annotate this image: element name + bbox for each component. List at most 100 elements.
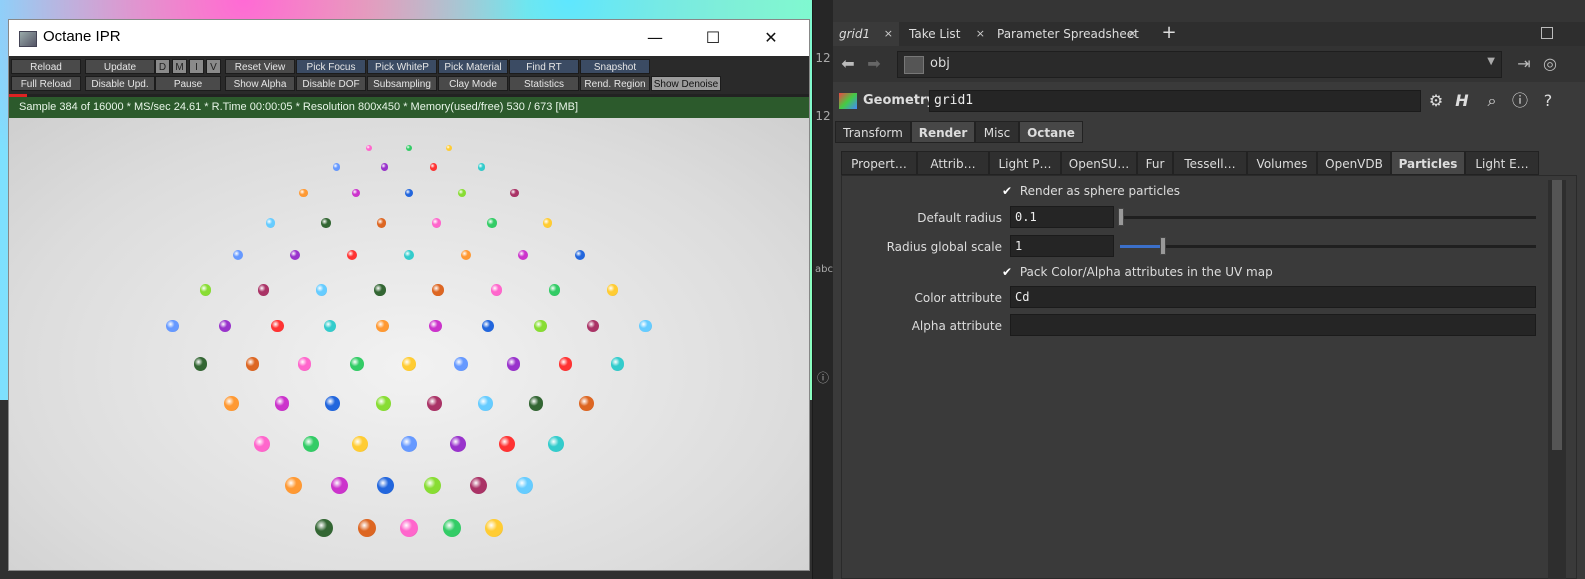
v-toggle-button[interactable]: V xyxy=(206,59,221,74)
find-rt-button[interactable]: Find RT xyxy=(509,59,579,74)
render-sphere xyxy=(487,218,497,228)
tab-attributes[interactable]: Attrib… xyxy=(917,151,989,175)
close-icon[interactable]: × xyxy=(976,22,985,46)
snapshot-button[interactable]: Snapshot xyxy=(580,59,650,74)
render-viewport[interactable] xyxy=(9,118,809,570)
pick-whitepoint-button[interactable]: Pick WhiteP xyxy=(367,59,437,74)
tab-tessellation[interactable]: Tessell… xyxy=(1173,151,1247,175)
show-alpha-button[interactable]: Show Alpha xyxy=(225,76,295,91)
network-path-field[interactable]: obj ▼ xyxy=(897,51,1502,78)
tab-fur[interactable]: Fur xyxy=(1137,151,1173,175)
alpha-attribute-input[interactable] xyxy=(1010,314,1536,336)
add-tab-button[interactable]: + xyxy=(1159,22,1179,46)
statistics-button[interactable]: Statistics xyxy=(509,76,579,91)
render-sphere xyxy=(427,395,442,411)
tab-properties[interactable]: Propert… xyxy=(841,151,917,175)
render-sphere xyxy=(485,519,503,537)
tab-light-p[interactable]: Light P… xyxy=(989,151,1061,175)
update-button[interactable]: Update xyxy=(85,59,155,74)
color-attribute-input[interactable]: Cd xyxy=(1010,286,1536,308)
render-sphere xyxy=(547,435,564,452)
tab-take-list[interactable]: Take List × xyxy=(903,22,991,46)
disable-update-button[interactable]: Disable Upd. xyxy=(85,76,155,91)
tab-volumes[interactable]: Volumes xyxy=(1247,151,1317,175)
render-sphere xyxy=(374,284,386,296)
pack-color-alpha-checkbox[interactable]: ✔ Pack Color/Alpha attributes in the UV … xyxy=(1002,265,1273,279)
back-arrow-icon[interactable]: ⬅ xyxy=(837,54,859,74)
pick-material-button[interactable]: Pick Material xyxy=(438,59,508,74)
radius-global-scale-input[interactable]: 1 xyxy=(1010,235,1114,257)
disable-dof-button[interactable]: Disable DOF xyxy=(296,76,366,91)
pause-button[interactable]: Pause xyxy=(155,76,221,91)
forward-arrow-icon[interactable]: ➡ xyxy=(863,54,885,74)
render-sphere xyxy=(323,319,337,333)
d-toggle-button[interactable]: D xyxy=(155,59,170,74)
panel-scrollbar[interactable] xyxy=(1548,180,1566,579)
render-sphere xyxy=(534,319,547,333)
search-icon[interactable]: ⌕ xyxy=(1481,90,1503,112)
render-sphere xyxy=(442,519,461,537)
tab-parameter-spreadsheet[interactable]: Parameter Spreadsheet × xyxy=(991,22,1143,46)
node-name-field[interactable]: grid1 xyxy=(929,90,1421,112)
render-sphere xyxy=(400,519,418,537)
tab-render[interactable]: Render xyxy=(911,121,975,143)
m-toggle-button[interactable]: M xyxy=(172,59,187,74)
render-as-sphere-checkbox[interactable]: ✔ Render as sphere particles xyxy=(1002,184,1180,198)
info-icon[interactable]: ⓘ xyxy=(815,370,831,386)
render-sphere xyxy=(350,357,364,371)
window-title: Octane IPR xyxy=(43,28,121,45)
render-sphere xyxy=(586,319,600,333)
show-denoise-button[interactable]: Show Denoise xyxy=(651,76,721,91)
maximize-button[interactable]: ☐ xyxy=(690,20,736,56)
link-icon[interactable]: ◎ xyxy=(1539,54,1561,74)
side-strip-label-1: 12 xyxy=(815,51,831,65)
minimize-button[interactable]: — xyxy=(632,20,678,56)
tab-particles[interactable]: Particles xyxy=(1391,151,1465,175)
default-radius-slider-track[interactable] xyxy=(1120,216,1536,219)
close-icon[interactable]: × xyxy=(1128,22,1137,46)
render-sphere xyxy=(490,284,502,296)
render-sphere xyxy=(352,435,368,452)
tab-octane[interactable]: Octane xyxy=(1019,121,1083,143)
tab-grid1[interactable]: grid1 × xyxy=(833,22,899,46)
tab-opensubdiv[interactable]: OpenSU… xyxy=(1061,151,1137,175)
gear-icon[interactable]: ⚙ xyxy=(1425,90,1447,112)
tab-transform[interactable]: Transform xyxy=(835,121,911,143)
pick-focus-button[interactable]: Pick Focus xyxy=(296,59,366,74)
reload-button[interactable]: Reload xyxy=(11,59,81,74)
render-region-button[interactable]: Rend. Region xyxy=(580,76,650,91)
default-radius-input[interactable]: 0.1 xyxy=(1010,206,1114,228)
radius-global-scale-slider-handle[interactable] xyxy=(1159,237,1166,255)
color-attribute-label: Color attribute xyxy=(914,291,1003,305)
render-sphere xyxy=(346,250,358,261)
primary-tab-bar: Transform Render Misc Octane xyxy=(835,121,1585,143)
render-sphere xyxy=(478,163,486,171)
tab-openvdb[interactable]: OpenVDB xyxy=(1317,151,1391,175)
reset-view-button[interactable]: Reset View xyxy=(225,59,295,74)
render-sphere xyxy=(245,357,260,371)
full-reload-button[interactable]: Full Reload xyxy=(11,76,81,91)
render-sphere xyxy=(299,189,308,198)
close-icon[interactable]: × xyxy=(884,22,893,46)
tab-misc[interactable]: Misc xyxy=(975,121,1019,143)
default-radius-slider-handle[interactable] xyxy=(1118,208,1124,226)
network-icon xyxy=(904,56,924,74)
i-toggle-button[interactable]: I xyxy=(189,59,204,74)
help-h-icon[interactable]: H xyxy=(1451,90,1473,112)
radius-global-scale-slider-track[interactable] xyxy=(1120,245,1536,248)
render-sphere xyxy=(321,218,331,228)
info-icon[interactable]: ⓘ xyxy=(1509,90,1531,112)
scrollbar-thumb[interactable] xyxy=(1552,180,1562,450)
default-radius-label: Default radius xyxy=(917,211,1002,225)
clay-mode-button[interactable]: Clay Mode xyxy=(438,76,508,91)
chevron-down-icon[interactable]: ▼ xyxy=(1487,56,1495,67)
pin-icon[interactable]: ⇥ xyxy=(1513,54,1535,74)
tab-light-e[interactable]: Light E… xyxy=(1465,151,1539,175)
subsampling-button[interactable]: Subsampling xyxy=(367,76,437,91)
render-sphere xyxy=(498,435,515,452)
pane-menu-icon[interactable] xyxy=(1541,27,1553,39)
close-button[interactable]: ✕ xyxy=(748,20,794,56)
window-titlebar[interactable]: Octane IPR — ☐ ✕ xyxy=(9,20,809,56)
render-sphere xyxy=(376,319,389,333)
help-question-icon[interactable]: ? xyxy=(1537,90,1559,112)
